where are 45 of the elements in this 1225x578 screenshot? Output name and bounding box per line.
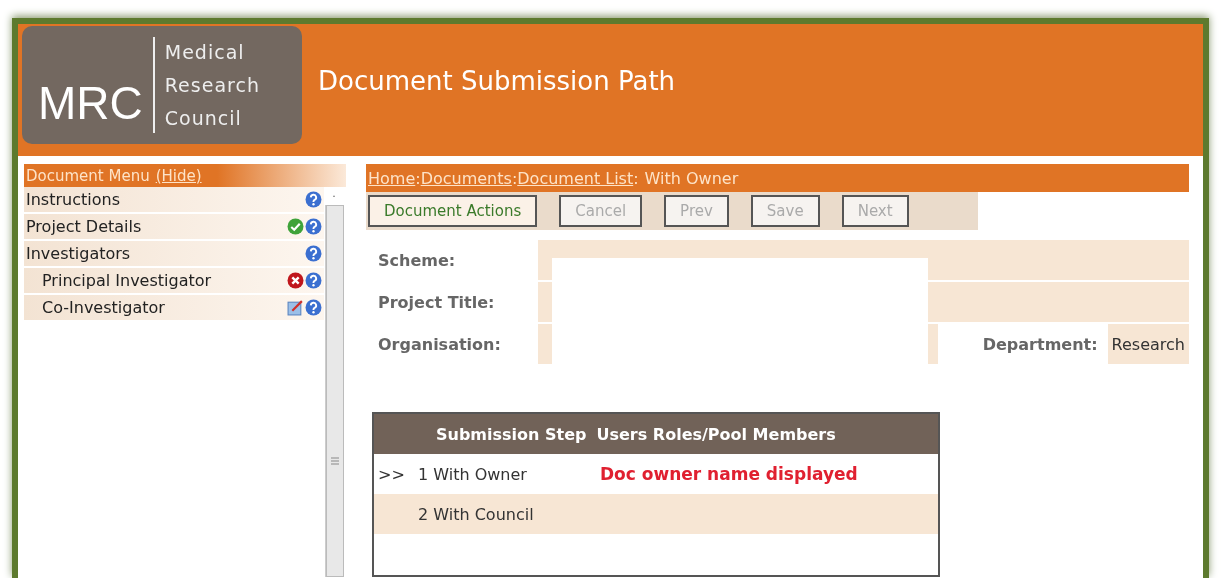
error-icon	[287, 272, 304, 289]
menu-item[interactable]: Principal Investigator	[24, 268, 324, 295]
breadcrumb-link[interactable]: Document List	[517, 168, 634, 188]
menu-item[interactable]: Investigators	[24, 241, 324, 268]
menu-item-label: Investigators	[26, 244, 131, 263]
menu-item-label: Project Details	[26, 217, 142, 236]
menu-item-label: Instructions	[26, 190, 120, 209]
logo-text: Research	[164, 72, 260, 98]
menu-item[interactable]: Project Details	[24, 214, 324, 241]
menu-item-label: Co-Investigator	[42, 298, 165, 317]
field-label: Project Title:	[377, 292, 496, 312]
breadcrumb-link[interactable]: Home	[368, 168, 416, 188]
breadcrumb-current: With Owner	[644, 168, 739, 188]
menu-item-label: Principal Investigator	[42, 271, 212, 290]
breadcrumb-separator: :	[511, 168, 518, 188]
help-icon[interactable]	[305, 245, 322, 262]
column-header: Submission Step	[436, 424, 587, 444]
field-label: Organisation:	[377, 334, 502, 354]
field-value: Research	[1107, 324, 1189, 364]
breadcrumb-link[interactable]: Documents	[420, 168, 512, 188]
field-label: Department:	[981, 334, 1099, 354]
menu-item[interactable]: Co-Investigator	[24, 295, 324, 322]
table-cell: Doc owner name displayed	[600, 464, 858, 484]
toolbar-button[interactable]: Document Actions	[368, 195, 538, 227]
edit-icon	[287, 299, 304, 316]
logo-acronym: MRC	[38, 76, 143, 130]
help-icon[interactable]	[305, 218, 322, 235]
breadcrumb-separator: :	[633, 168, 639, 188]
hide-link[interactable]: (Hide)	[155, 166, 202, 185]
column-header: Users Roles/Pool Members	[596, 424, 836, 444]
table-cell-text: 1 With Owner	[418, 464, 528, 484]
help-icon[interactable]	[305, 299, 322, 316]
menu-item[interactable]: Instructions	[24, 187, 324, 214]
grip-icon	[330, 457, 339, 465]
menu-title: Document Menu	[26, 166, 150, 185]
logo-text: Council	[164, 105, 243, 131]
check-icon	[287, 218, 304, 235]
breadcrumb-separator: :	[415, 168, 421, 188]
help-icon[interactable]	[305, 272, 322, 289]
page-title: Document Submission Path	[318, 66, 676, 96]
table-cell-text: 2 With Council	[418, 504, 535, 524]
help-icon[interactable]	[305, 191, 322, 208]
current-marker: >>	[378, 464, 405, 484]
logo-text: Medical	[164, 39, 246, 65]
field-label: Scheme:	[377, 250, 457, 270]
